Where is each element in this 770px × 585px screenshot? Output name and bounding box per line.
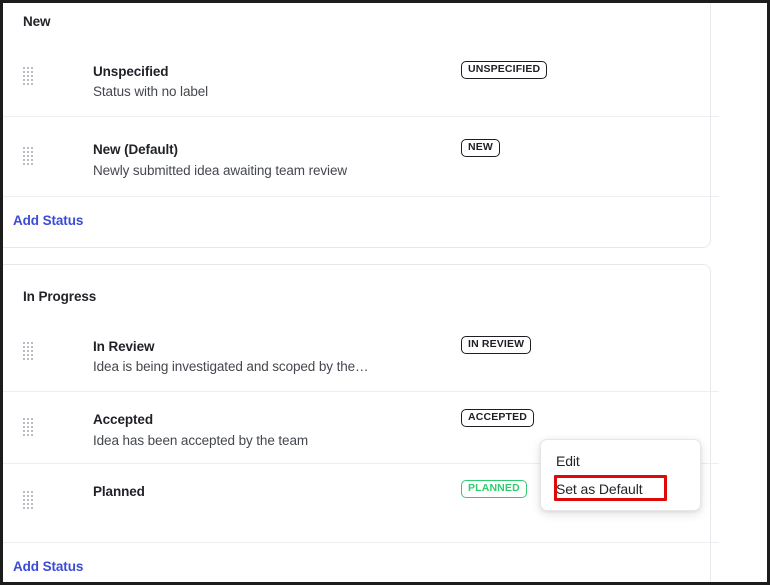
drag-handle-icon[interactable] [23, 67, 34, 86]
status-badge: UNSPECIFIED [461, 61, 548, 79]
status-badge: IN REVIEW [461, 336, 532, 354]
add-status-row: Add Status [3, 542, 719, 582]
drag-handle-icon[interactable] [23, 491, 34, 510]
status-badge: NEW [461, 139, 500, 157]
section-title-in-progress: In Progress [23, 289, 97, 304]
status-description: Status with no label [93, 84, 209, 99]
settings-viewport: New Unspecified Status with no label UNS… [3, 3, 767, 582]
status-badge: PLANNED [461, 480, 527, 498]
add-status-button[interactable]: Add Status [13, 559, 83, 574]
add-status-row: Add Status [3, 196, 719, 248]
status-description: Newly submitted idea awaiting team revie… [93, 163, 348, 178]
section-title-new: New [23, 14, 51, 29]
table-row[interactable]: In Review Idea is being investigated and… [3, 312, 719, 391]
context-menu: Edit Set as Default [540, 439, 701, 511]
drag-handle-icon[interactable] [23, 147, 34, 166]
add-status-button[interactable]: Add Status [13, 213, 83, 228]
menu-item-edit[interactable]: Edit [556, 453, 580, 469]
status-badge: ACCEPTED [461, 409, 534, 427]
status-name: Planned [93, 484, 145, 499]
status-name: New (Default) [93, 142, 178, 157]
table-row[interactable]: Unspecified Status with no label UNSPECI… [3, 37, 719, 116]
status-name: Unspecified [93, 64, 169, 79]
drag-handle-icon[interactable] [23, 418, 34, 437]
table-row[interactable]: New (Default) Newly submitted idea await… [3, 116, 719, 196]
screenshot-frame: New Unspecified Status with no label UNS… [0, 0, 770, 585]
drag-handle-icon[interactable] [23, 342, 34, 361]
status-name: In Review [93, 339, 155, 354]
status-description: Idea is being investigated and scoped by… [93, 359, 369, 374]
status-name: Accepted [93, 412, 153, 427]
status-description: Idea has been accepted by the team [93, 433, 309, 448]
menu-item-set-as-default[interactable]: Set as Default [556, 481, 643, 497]
